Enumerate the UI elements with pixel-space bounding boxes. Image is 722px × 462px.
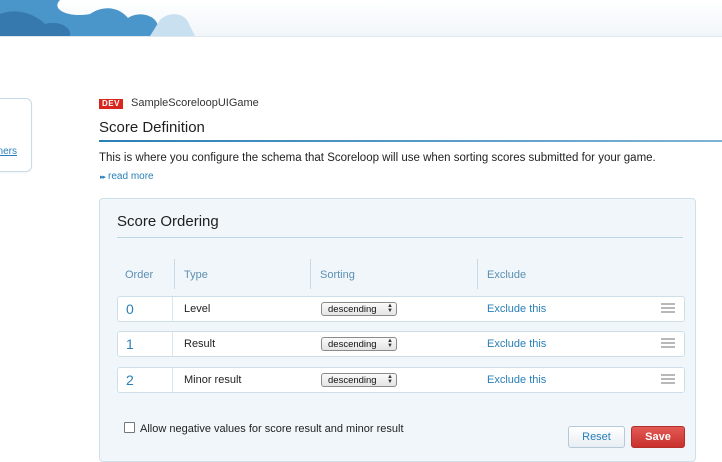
select-arrows-icon: ▲ ▼ xyxy=(387,338,393,349)
sorting-select-value: descending xyxy=(328,375,377,386)
app-name: SampleScoreloopUIGame xyxy=(131,97,259,109)
score-row: 1 Result descending ▲ ▼ Exclude this xyxy=(117,331,685,357)
dev-badge: DEV xyxy=(99,99,123,109)
score-row: 0 Level descending ▲ ▼ Exclude this xyxy=(117,296,685,322)
column-separator xyxy=(310,259,311,289)
sorting-select[interactable]: descending ▲ ▼ xyxy=(321,337,397,351)
sidebar-link[interactable]: ners xyxy=(0,146,17,157)
save-button[interactable]: Save xyxy=(631,426,685,448)
order-value: 2 xyxy=(118,368,173,392)
column-separator xyxy=(174,259,175,289)
allow-negative-option: Allow negative values for score result a… xyxy=(124,422,404,435)
column-separator xyxy=(477,259,478,289)
drag-handle-icon[interactable] xyxy=(661,374,675,386)
sorting-select-value: descending xyxy=(328,304,377,315)
cloud-header-graphic xyxy=(0,0,195,36)
title-divider xyxy=(99,140,722,142)
select-arrows-icon: ▲ ▼ xyxy=(387,374,393,385)
type-value: Minor result xyxy=(184,374,242,386)
sorting-select-value: descending xyxy=(328,339,377,350)
score-ordering-panel: Score Ordering Order Type Sorting Exclud… xyxy=(99,198,696,462)
column-header-type: Type xyxy=(184,269,208,281)
column-header-exclude: Exclude xyxy=(487,269,527,281)
sidebar-panel xyxy=(0,98,32,172)
read-more-link[interactable]: ▸▸ read more xyxy=(100,171,154,182)
column-header-sorting: Sorting xyxy=(320,269,355,281)
sorting-select[interactable]: descending ▲ ▼ xyxy=(321,373,397,387)
panel-title: Score Ordering xyxy=(117,213,219,230)
allow-negative-label: Allow negative values for score result a… xyxy=(140,423,404,435)
select-arrows-icon: ▲ ▼ xyxy=(387,303,393,314)
type-value: Level xyxy=(184,303,211,315)
sorting-select[interactable]: descending ▲ ▼ xyxy=(321,302,397,316)
order-value: 1 xyxy=(118,332,173,356)
read-more-label: read more xyxy=(108,171,154,182)
reset-button[interactable]: Reset xyxy=(568,426,625,448)
panel-divider xyxy=(117,237,683,238)
double-arrow-icon: ▸▸ xyxy=(100,174,106,181)
page-title: Score Definition xyxy=(99,119,205,136)
exclude-link[interactable]: Exclude this xyxy=(487,368,546,392)
top-banner xyxy=(0,0,722,37)
type-value: Result xyxy=(184,338,216,350)
score-row: 2 Minor result descending ▲ ▼ Exclude this xyxy=(117,367,685,393)
order-value: 0 xyxy=(118,297,173,321)
allow-negative-checkbox[interactable] xyxy=(124,422,135,433)
exclude-link[interactable]: Exclude this xyxy=(487,297,546,321)
drag-handle-icon[interactable] xyxy=(661,303,675,315)
page-description: This is where you configure the schema t… xyxy=(99,152,656,164)
column-header-order: Order xyxy=(125,269,154,281)
drag-handle-icon[interactable] xyxy=(661,338,675,350)
exclude-link[interactable]: Exclude this xyxy=(487,332,546,356)
